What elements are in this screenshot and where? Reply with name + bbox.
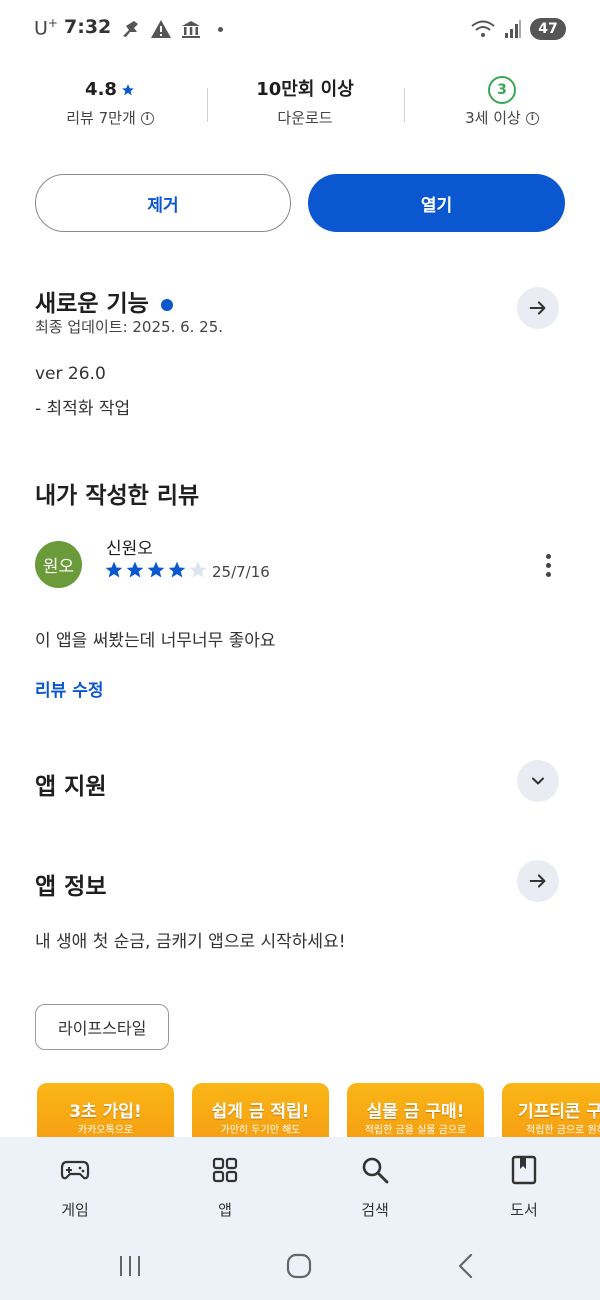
app-info-arrow-button[interactable] <box>517 860 559 902</box>
age-rating-badge: 3 <box>488 76 516 104</box>
search-icon <box>362 1157 389 1184</box>
whats-new-heading: 새로운 기능 <box>35 284 173 318</box>
system-status-icons: 47 <box>470 16 566 42</box>
apps-grid-icon <box>212 1157 238 1183</box>
last-updated: 최종 업데이트: 2025. 6. 25. <box>35 318 224 336</box>
dot-icon <box>218 26 223 32</box>
rating-value: 4.8 <box>85 79 117 100</box>
wifi-icon <box>471 20 495 37</box>
clock: 7:32 <box>64 16 112 38</box>
back-icon <box>458 1253 473 1279</box>
status-bar: U+ 7:32 47 <box>0 0 600 60</box>
app-support-expand-button[interactable] <box>517 760 559 802</box>
nav-games[interactable]: 게임 <box>25 1155 125 1220</box>
divider <box>207 88 208 122</box>
release-notes: - 최적화 작업 <box>35 399 131 419</box>
star-icon <box>105 561 123 578</box>
nav-search-label: 검색 <box>361 1201 389 1219</box>
star-icon <box>147 561 165 578</box>
chevron-down-icon <box>532 777 544 785</box>
book-icon <box>511 1155 537 1185</box>
new-indicator-dot <box>160 298 173 311</box>
bank-icon <box>182 21 200 38</box>
info-icon[interactable]: i <box>140 111 154 125</box>
signal-icon <box>505 20 521 38</box>
review-text: 이 앱을 써봤는데 너무너무 좋아요 <box>35 631 276 651</box>
nav-books-label: 도서 <box>510 1201 538 1219</box>
reviewer-name: 신원오 <box>106 539 153 559</box>
star-icon <box>126 561 144 578</box>
nav-search[interactable]: 검색 <box>325 1155 425 1220</box>
rating-stat[interactable]: 4.8 리뷰 7만개 i <box>40 76 180 132</box>
home-button[interactable] <box>286 1253 312 1283</box>
downloads-label: 다운로드 <box>277 109 333 127</box>
downloads-stat: 10만회 이상 다운로드 <box>235 76 375 132</box>
divider <box>404 88 405 122</box>
uninstall-button[interactable]: 제거 <box>35 174 291 232</box>
more-options-icon[interactable] <box>536 550 560 580</box>
arrow-right-icon <box>529 874 546 888</box>
review-star-rating <box>104 560 208 580</box>
warning-icon <box>151 20 171 38</box>
nav-games-label: 게임 <box>61 1201 89 1219</box>
notification-icons <box>120 16 223 42</box>
my-review-heading: 내가 작성한 리뷰 <box>35 483 200 509</box>
downloads-value: 10만회 이상 <box>256 79 354 100</box>
carrier-label: U+ <box>34 16 58 40</box>
nav-apps-label: 앱 <box>218 1201 232 1219</box>
recent-apps-button[interactable] <box>118 1253 142 1283</box>
nav-books[interactable]: 도서 <box>474 1155 574 1220</box>
star-icon <box>189 561 207 578</box>
arrow-right-icon <box>529 301 546 315</box>
nav-apps[interactable]: 앱 <box>175 1155 275 1220</box>
app-support-heading[interactable]: 앱 지원 <box>35 767 107 801</box>
age-rating-label: 3세 이상 <box>465 109 521 127</box>
avatar: 원오 <box>35 541 82 588</box>
category-chip[interactable]: 라이프스타일 <box>35 1004 170 1050</box>
recent-apps-icon <box>120 1256 140 1276</box>
bottom-navigation: 게임 앱 검색 도서 <box>0 1137 600 1237</box>
star-icon <box>168 561 186 578</box>
open-button[interactable]: 열기 <box>308 174 565 232</box>
rating-label: 리뷰 7만개 <box>66 109 136 127</box>
system-navigation-bar <box>0 1237 600 1300</box>
star-icon <box>122 84 134 96</box>
gamepad-icon <box>60 1160 90 1180</box>
back-button[interactable] <box>456 1253 476 1283</box>
review-date: 25/7/16 <box>212 563 270 581</box>
bird-icon <box>123 21 138 37</box>
version-text: ver 26.0 <box>35 364 106 384</box>
whats-new-arrow-button[interactable] <box>517 287 559 329</box>
home-icon <box>286 1253 312 1279</box>
age-rating-stat[interactable]: 3 3세 이상 i <box>432 76 572 132</box>
battery-indicator: 47 <box>530 18 566 40</box>
app-description: 내 생애 첫 순금, 금캐기 앱으로 시작하세요! <box>35 932 346 952</box>
edit-review-link[interactable]: 리뷰 수정 <box>35 676 103 701</box>
app-stats: 4.8 리뷰 7만개 i 10만회 이상 다운로드 3 3세 이상 i <box>0 76 600 136</box>
app-info-heading: 앱 정보 <box>35 874 107 900</box>
info-icon[interactable]: i <box>525 111 539 125</box>
